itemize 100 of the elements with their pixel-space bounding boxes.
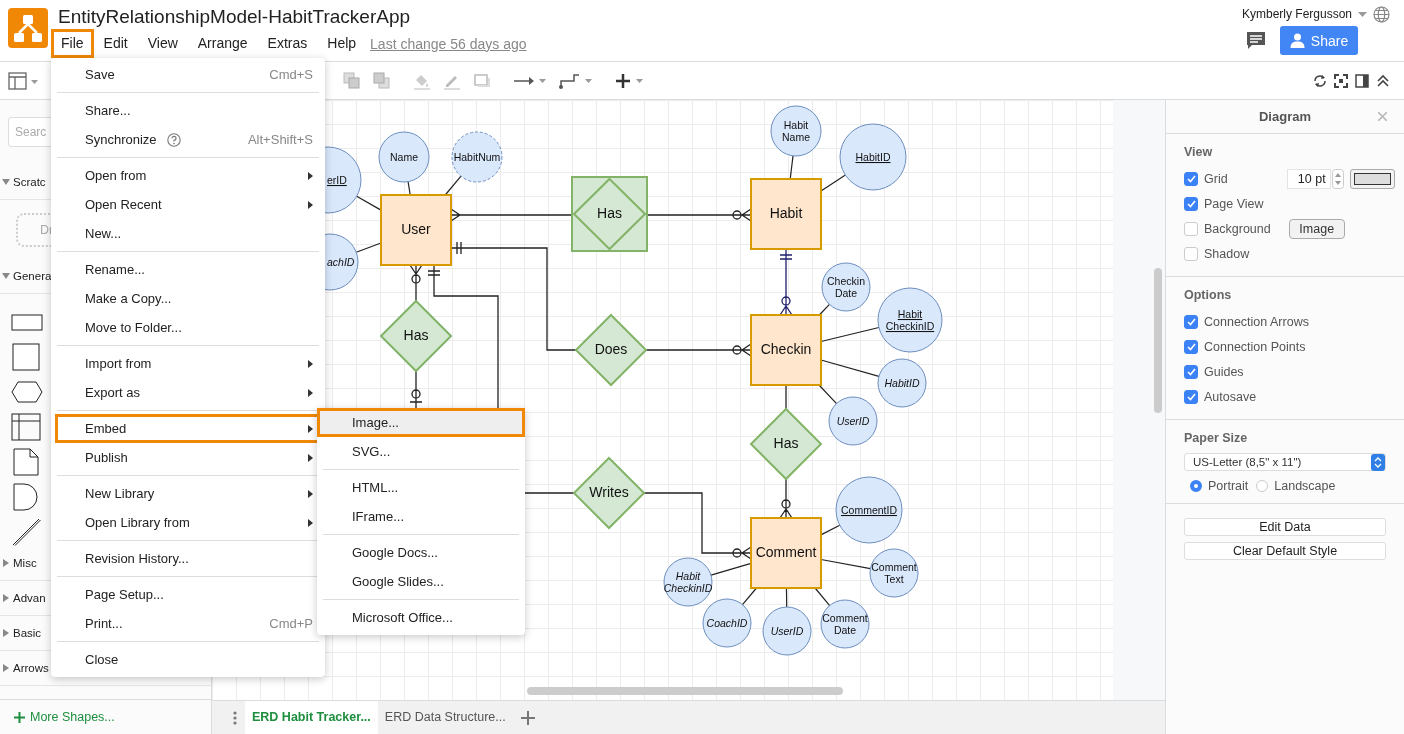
waypoint-icon[interactable] — [559, 71, 593, 90]
menu-option[interactable]: Synchronize Alt+Shift+S — [55, 125, 321, 154]
checkbox[interactable] — [1184, 314, 1198, 329]
expand-arrow-icon[interactable] — [2, 629, 10, 637]
grid-size-field[interactable]: 10 pt — [1286, 168, 1331, 189]
scrollbar-thumb[interactable] — [1154, 268, 1162, 413]
menu-option[interactable]: Share... — [55, 96, 321, 125]
paper-size-select[interactable]: US-Letter (8,5" x 11") — [1184, 453, 1386, 471]
attribute-ellipse — [828, 396, 878, 446]
spinner-icon[interactable] — [1331, 168, 1344, 189]
attribute-name: HabitID — [855, 151, 891, 163]
connector-line — [355, 242, 382, 253]
menu-option-label: Open Recent — [85, 197, 162, 212]
close-icon[interactable] — [1378, 112, 1387, 121]
expand-arrow-icon[interactable] — [2, 594, 10, 602]
checkbox[interactable] — [1184, 389, 1198, 404]
shortcut-text: Cmd+P — [269, 616, 313, 631]
grid-color-button[interactable] — [1349, 168, 1395, 189]
menu-option[interactable]: Import from — [55, 349, 321, 378]
section-title[interactable]: Misc — [13, 557, 37, 569]
menu-option-label: New Library — [85, 486, 155, 501]
section-title[interactable]: Arrows — [13, 662, 49, 674]
checkbox[interactable] — [1184, 246, 1198, 261]
option-label: Background — [1204, 221, 1271, 236]
comment-icon[interactable] — [1246, 31, 1266, 50]
relationship-name: Does — [594, 341, 628, 357]
connector-line — [820, 174, 846, 192]
page-tab[interactable]: ERD Habit Tracker... — [245, 701, 378, 734]
checkbox[interactable] — [1184, 221, 1198, 236]
menu-option[interactable]: Export as — [55, 378, 321, 407]
menu-item[interactable]: File — [51, 29, 94, 58]
scrollbar-thumb[interactable] — [527, 687, 843, 695]
checkbox[interactable] — [1184, 339, 1198, 354]
user-name[interactable]: Kymberly Fergusson — [1241, 7, 1352, 21]
plus-icon[interactable] — [14, 711, 25, 723]
to-back-icon[interactable] — [373, 71, 391, 90]
edit-data-button[interactable]: Edit Data — [1184, 518, 1386, 536]
attribute-name: Checkin Date — [827, 275, 865, 299]
more-shapes-button[interactable]: More Shapes... — [0, 699, 211, 734]
share-button[interactable]: Share — [1280, 26, 1358, 55]
format-panel-icon[interactable] — [1355, 73, 1369, 88]
connector-line — [356, 195, 382, 211]
collapse-icon[interactable] — [1376, 73, 1390, 88]
section-title[interactable]: Basic — [13, 627, 42, 639]
radio-button[interactable] — [1190, 480, 1202, 492]
attribute-ellipse — [869, 548, 919, 598]
menu-item[interactable]: Arrange — [187, 29, 258, 58]
add-page-icon[interactable] — [520, 710, 535, 725]
entity-box — [750, 517, 822, 589]
attribute-name: CommentID — [841, 504, 897, 516]
image-button[interactable]: Image — [1288, 218, 1345, 239]
hexagon-shape-icon[interactable] — [11, 378, 43, 406]
attribute-name: Comment Date — [822, 612, 868, 636]
last-change-link[interactable]: Last change 56 days ago — [370, 35, 527, 52]
entity-box — [750, 178, 822, 250]
menu-option[interactable]: Open from — [55, 161, 321, 190]
menu-item[interactable]: Help — [317, 29, 367, 58]
attribute-name: Habit Name — [782, 119, 810, 143]
refresh-icon[interactable] — [1313, 73, 1327, 88]
expand-arrow-icon[interactable] — [2, 272, 10, 280]
menu-option[interactable]: Move to Folder... — [55, 313, 321, 342]
option-label: Page View — [1204, 196, 1264, 211]
caret-icon[interactable] — [1358, 11, 1367, 17]
menu-item[interactable]: View — [137, 29, 188, 58]
menu-item[interactable]: Extras — [257, 29, 318, 58]
option-label: Landscape — [1274, 479, 1336, 493]
to-front-icon[interactable] — [343, 71, 361, 90]
connector-line — [820, 524, 841, 536]
option-label: Autosave — [1204, 389, 1257, 404]
menu-option[interactable]: Save Cmd+S — [55, 60, 321, 89]
stepper-icon[interactable] — [1371, 453, 1385, 471]
table-shape-icon[interactable] — [11, 413, 43, 441]
menu-option[interactable]: Make a Copy... — [55, 284, 321, 313]
fullscreen-icon[interactable] — [1334, 73, 1348, 88]
globe-icon[interactable] — [1373, 5, 1390, 23]
checkbox[interactable] — [1184, 196, 1198, 211]
page-tab[interactable]: ERD Data Structure... — [377, 701, 513, 734]
panel-layout-icon[interactable] — [8, 71, 38, 90]
checkbox[interactable] — [1184, 171, 1198, 186]
person-icon[interactable] — [1289, 33, 1305, 48]
menu-option[interactable]: Rename... — [55, 255, 321, 284]
section-title[interactable]: Scratc — [13, 176, 46, 188]
line-shape-icon[interactable] — [11, 518, 43, 546]
radio-button[interactable] — [1256, 480, 1269, 492]
menu-option[interactable]: Close — [55, 645, 321, 674]
menu-item[interactable]: Edit — [93, 29, 138, 58]
section-title[interactable]: Advan — [13, 592, 46, 604]
menu-option-label: Import from — [85, 356, 152, 371]
square-shape-icon[interactable] — [11, 343, 43, 371]
expand-arrow-icon[interactable] — [2, 664, 10, 672]
attribute-ellipse — [877, 287, 943, 353]
help-icon[interactable] — [166, 132, 181, 147]
section-title[interactable]: Genera — [13, 270, 52, 282]
checkbox[interactable] — [1184, 364, 1198, 379]
clear-style-button[interactable]: Clear Default Style — [1184, 542, 1386, 560]
expand-arrow-icon[interactable] — [2, 559, 10, 567]
expand-arrow-icon[interactable] — [2, 178, 10, 186]
menu-option-label: Publish — [85, 450, 128, 465]
more-options-icon[interactable] — [233, 710, 237, 725]
menu-option[interactable]: Image... — [317, 408, 525, 437]
